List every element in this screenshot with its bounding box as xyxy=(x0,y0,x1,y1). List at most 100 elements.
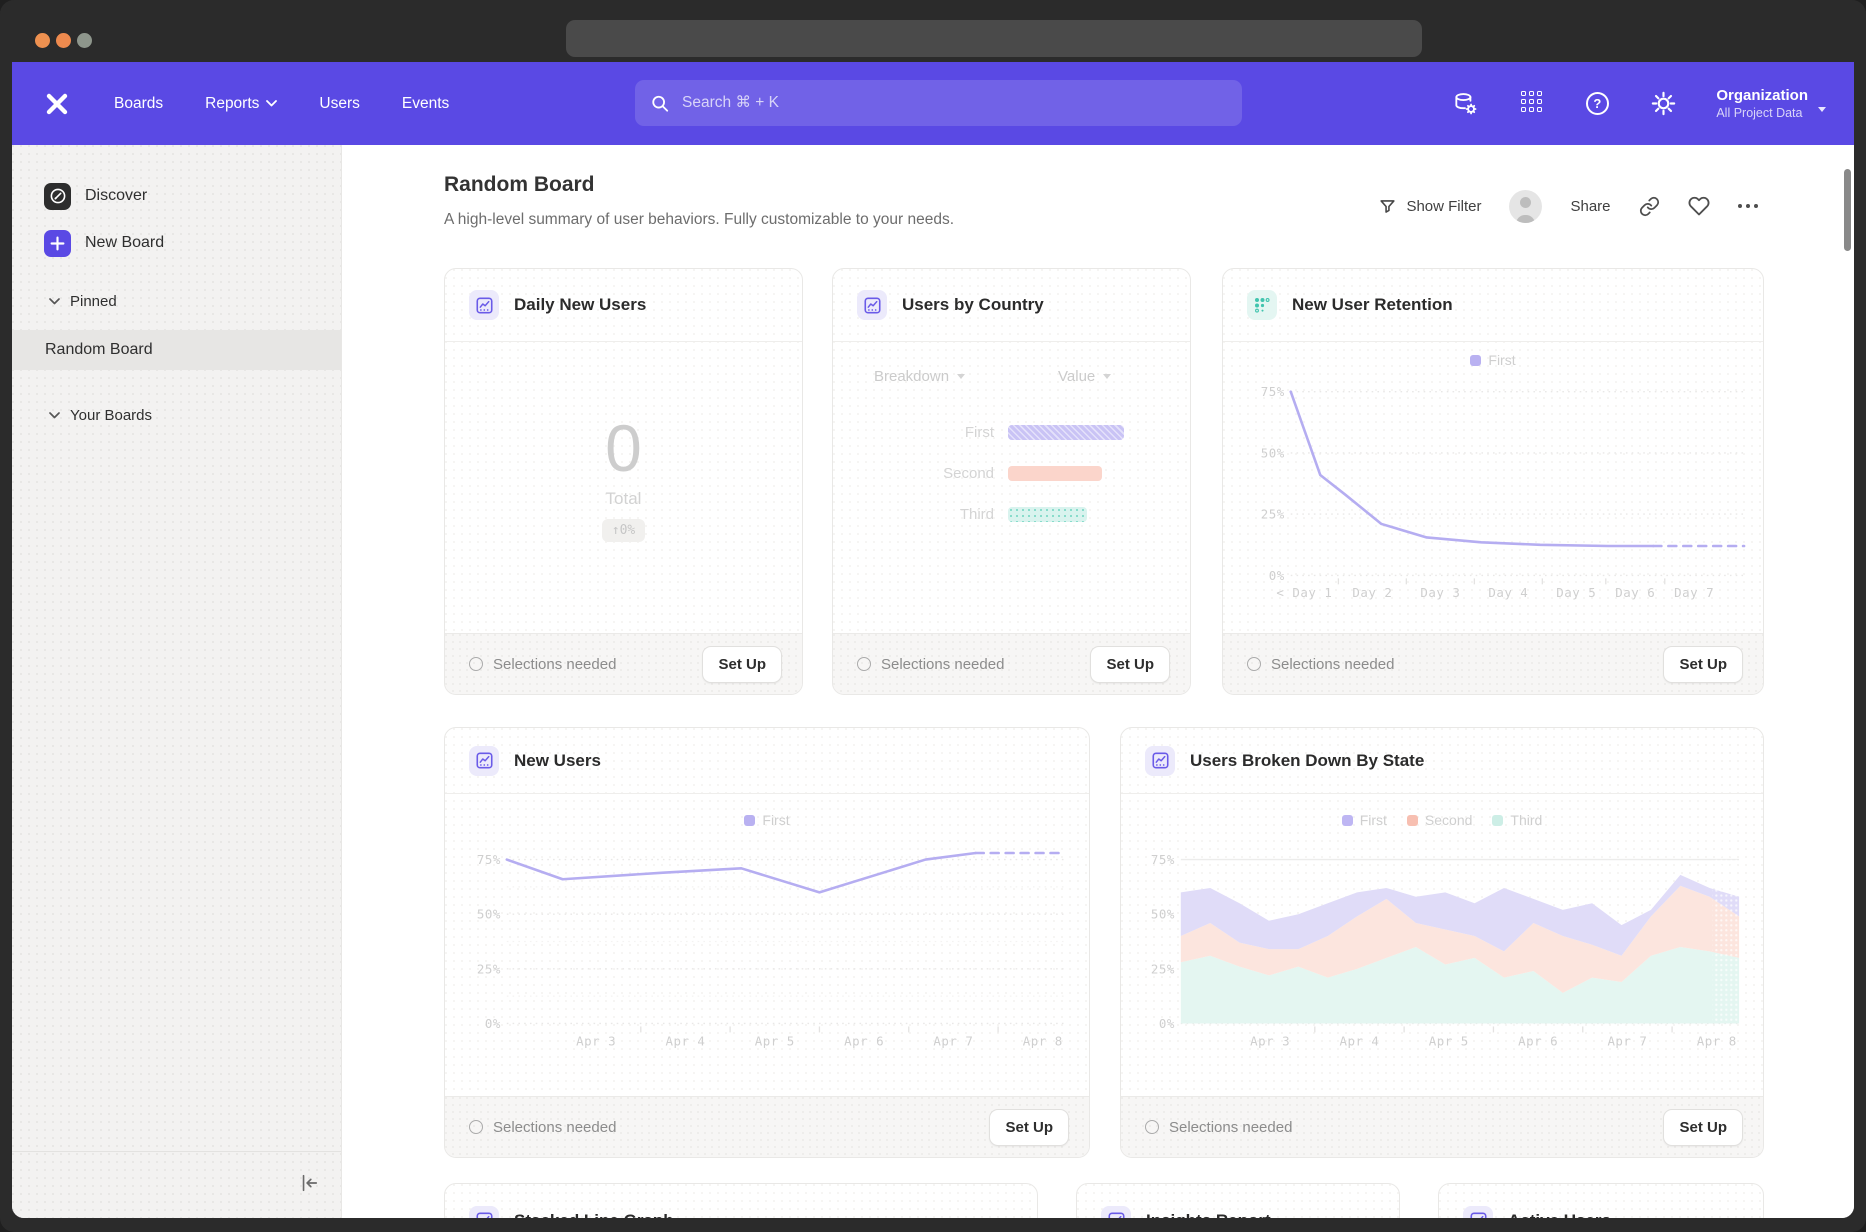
card-footer: Selections needed Set Up xyxy=(445,633,802,694)
card-new-users: New Users First 75%50%25%0%Apr 3Apr 4Apr… xyxy=(444,727,1090,1158)
setup-button[interactable]: Set Up xyxy=(1663,1109,1743,1146)
chart-plot: 75%50%25%0%< Day 1Day 2Day 3Day 4Day 5Da… xyxy=(1223,342,1763,633)
metric-delta-badge: ↑0% xyxy=(602,519,645,542)
svg-text:75%: 75% xyxy=(1151,852,1175,867)
chevron-down-icon xyxy=(49,298,60,305)
svg-text:25%: 25% xyxy=(1261,507,1285,522)
card-title: Users Broken Down By State xyxy=(1190,751,1424,771)
legend-label: First xyxy=(762,812,789,828)
org-project: All Project Data xyxy=(1716,105,1808,121)
card-header: Stacked Line Graph xyxy=(445,1184,1037,1218)
retention-chart: First 75%50%25%0%< Day 1Day 2Day 3Day 4D… xyxy=(1223,342,1763,633)
nav-item-events[interactable]: Events xyxy=(402,95,449,113)
data-management-icon[interactable] xyxy=(1452,91,1478,117)
card-header: Users by Country xyxy=(833,269,1190,342)
card-footer: Selections needed Set Up xyxy=(1121,1096,1763,1157)
share-button[interactable]: Share xyxy=(1570,198,1610,215)
card-stacked-line-graph: Stacked Line Graph xyxy=(444,1183,1038,1218)
card-footer: Selections needed Set Up xyxy=(833,633,1190,694)
collapse-sidebar-button[interactable] xyxy=(295,1170,323,1196)
card-header: New User Retention xyxy=(1223,269,1763,342)
setup-button[interactable]: Set Up xyxy=(1663,646,1743,683)
sidebar-divider xyxy=(12,1151,341,1152)
setup-button[interactable]: Set Up xyxy=(989,1109,1069,1146)
sidebar-item-discover[interactable]: Discover xyxy=(12,178,341,214)
chart-legend: First xyxy=(1223,352,1763,368)
bar-row: First xyxy=(833,412,1190,453)
svg-text:Apr 8: Apr 8 xyxy=(1697,1033,1737,1048)
line-chart-icon xyxy=(1101,1206,1131,1219)
bar xyxy=(1008,425,1124,440)
sidebar-item-random-board[interactable]: Random Board xyxy=(12,330,341,370)
svg-text:Day 7: Day 7 xyxy=(1674,585,1714,600)
card-title: Users by Country xyxy=(902,295,1044,315)
copy-link-icon[interactable] xyxy=(1639,196,1660,217)
favorite-heart-icon[interactable] xyxy=(1688,195,1710,217)
line-chart-icon xyxy=(469,1206,499,1219)
card-header: Users Broken Down By State xyxy=(1121,728,1763,794)
chevron-down-icon xyxy=(1818,107,1826,112)
svg-text:Apr 6: Apr 6 xyxy=(1518,1033,1558,1048)
svg-text:50%: 50% xyxy=(1261,445,1285,460)
setup-button[interactable]: Set Up xyxy=(1090,646,1170,683)
card-daily-new-users: Daily New Users 0 Total ↑0% Selections n… xyxy=(444,268,803,695)
svg-text:Apr 6: Apr 6 xyxy=(844,1033,884,1048)
search-input[interactable] xyxy=(635,80,1242,126)
legend-label: Second xyxy=(1425,812,1472,828)
setup-button[interactable]: Set Up xyxy=(702,646,782,683)
svg-text:25%: 25% xyxy=(477,961,501,976)
status-circle-icon xyxy=(1247,657,1261,671)
traffic-light-minimize[interactable] xyxy=(56,33,71,48)
top-nav: Boards Reports Users Events xyxy=(12,62,1854,145)
legend-item: Second xyxy=(1407,812,1472,828)
address-bar[interactable] xyxy=(566,20,1422,57)
org-switcher[interactable]: Organization All Project Data xyxy=(1716,86,1826,121)
svg-text:50%: 50% xyxy=(1151,907,1175,922)
value-dropdown[interactable]: Value xyxy=(1058,368,1111,385)
breakdown-dropdown[interactable]: Breakdown xyxy=(874,368,965,385)
svg-text:Day 4: Day 4 xyxy=(1488,585,1528,600)
page-subtitle: A high-level summary of user behaviors. … xyxy=(444,211,954,229)
card-title: Active Users xyxy=(1508,1211,1611,1219)
traffic-light-zoom[interactable] xyxy=(77,33,92,48)
svg-text:Apr 4: Apr 4 xyxy=(1339,1033,1379,1048)
metric-value: 0 xyxy=(605,413,642,483)
traffic-light-close[interactable] xyxy=(35,33,50,48)
svg-text:75%: 75% xyxy=(477,852,501,867)
more-options-icon[interactable] xyxy=(1738,204,1759,209)
bar xyxy=(1008,507,1087,522)
chevron-down-icon xyxy=(266,100,277,107)
macos-window: Boards Reports Users Events xyxy=(0,0,1866,1232)
svg-text:75%: 75% xyxy=(1261,384,1285,399)
legend-item: First xyxy=(1470,352,1515,368)
sidebar-section-your-boards[interactable]: Your Boards xyxy=(49,407,152,424)
new-users-chart: First 75%50%25%0%Apr 3Apr 4Apr 5Apr 6Apr… xyxy=(445,794,1089,1096)
status-text: Selections needed xyxy=(493,1119,616,1136)
sidebar-item-new-board[interactable]: New Board xyxy=(12,225,341,261)
nav-item-users[interactable]: Users xyxy=(319,95,359,113)
avatar[interactable] xyxy=(1509,190,1542,223)
chart-legend: First xyxy=(445,812,1089,828)
apps-grid-icon[interactable] xyxy=(1518,91,1544,117)
help-icon[interactable]: ? xyxy=(1584,91,1610,117)
bar-label: Third xyxy=(874,506,994,523)
nav-item-reports[interactable]: Reports xyxy=(205,95,277,113)
svg-text:Apr 5: Apr 5 xyxy=(1429,1033,1469,1048)
legend-swatch-icon xyxy=(1492,815,1503,826)
sidebar-section-pinned[interactable]: Pinned xyxy=(49,293,117,310)
retention-grid-icon xyxy=(1247,290,1277,320)
legend-label: First xyxy=(1488,352,1515,368)
scrollbar-thumb[interactable] xyxy=(1844,169,1851,251)
show-filter-button[interactable]: Show Filter xyxy=(1378,197,1481,216)
card-title: Stacked Line Graph xyxy=(514,1211,674,1219)
sidebar-section-label: Your Boards xyxy=(70,407,152,424)
line-chart-icon xyxy=(1463,1206,1493,1219)
svg-text:Apr 7: Apr 7 xyxy=(933,1033,973,1048)
legend-swatch-icon xyxy=(1407,815,1418,826)
board-main: Random Board A high-level summary of use… xyxy=(342,145,1854,1218)
settings-gear-icon[interactable] xyxy=(1650,91,1676,117)
status-circle-icon xyxy=(469,657,483,671)
mixpanel-logo-icon[interactable] xyxy=(42,89,72,119)
search-field[interactable] xyxy=(680,93,1226,113)
nav-item-boards[interactable]: Boards xyxy=(114,95,163,113)
